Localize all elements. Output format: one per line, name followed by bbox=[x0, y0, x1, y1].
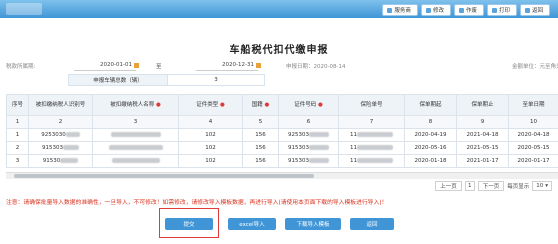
period-label: 税款所属期: bbox=[6, 64, 36, 70]
download-template-button[interactable]: 下载导入模板 bbox=[285, 218, 341, 230]
return-button[interactable]: 返回 bbox=[519, 4, 550, 16]
logo bbox=[6, 3, 42, 15]
pagination: 上一页 1 下一页 每页显示 10 ▾ bbox=[435, 181, 552, 191]
return-icon bbox=[524, 7, 530, 13]
period-end-input[interactable]: 2020-12-31 bbox=[196, 60, 258, 71]
submit-button[interactable]: 提交 bbox=[165, 218, 213, 230]
calendar-icon[interactable] bbox=[256, 63, 261, 68]
back-button[interactable]: 返回 bbox=[350, 218, 394, 230]
col-header-policy-no: 保险单号 bbox=[338, 94, 405, 116]
edit-icon bbox=[425, 7, 431, 13]
col-header-date: 至单日期 bbox=[508, 94, 558, 116]
table-row[interactable]: 2 915303 102 156 915303 11 2020-05-16 20… bbox=[6, 141, 558, 155]
col-number: 5 bbox=[242, 115, 279, 129]
printer-icon bbox=[491, 7, 497, 13]
excel-import-button[interactable]: excel导入 bbox=[228, 218, 276, 230]
action-bar: 提交 excel导入 下载导入模板 返回 bbox=[0, 218, 558, 232]
col-header-nationality: 国籍 ● bbox=[242, 94, 279, 116]
report-date: 申报日期：2020-08-14 bbox=[286, 64, 346, 70]
vehicle-count-label: 申报车辆总数（辆） bbox=[68, 74, 168, 86]
table-row[interactable]: 3 91530 102 156 915303 11 2020-01-18 202… bbox=[6, 154, 558, 168]
vehicle-count-value: 3 bbox=[168, 74, 265, 86]
col-header-index: 序号 bbox=[6, 94, 29, 116]
print-button[interactable]: 打印 bbox=[486, 4, 517, 16]
col-number: 6 bbox=[278, 115, 339, 129]
edit-button[interactable]: 修改 bbox=[420, 4, 451, 16]
horizontal-scrollbar[interactable] bbox=[6, 172, 558, 179]
page-size-label: 每页显示 bbox=[507, 184, 530, 190]
col-header-taxid: 被扣缴纳税人识别号 bbox=[28, 94, 93, 116]
void-button[interactable]: 作废 bbox=[453, 4, 484, 16]
service-provider-button[interactable]: 服务商 bbox=[382, 4, 418, 16]
col-number: 1 bbox=[6, 115, 29, 129]
toolbar: 服务商 修改 作废 打印 返回 bbox=[382, 4, 550, 16]
declaration-table: 序号 被扣缴纳税人识别号 被扣缴纳税人名称 ● 证件类型 ● 国籍 ● 证件号码… bbox=[6, 94, 558, 168]
period-separator: 至 bbox=[156, 64, 162, 70]
calendar-icon[interactable] bbox=[134, 63, 139, 68]
col-number: 8 bbox=[404, 115, 457, 129]
top-bar: 服务商 修改 作废 打印 返回 bbox=[0, 0, 558, 18]
col-number: 3 bbox=[92, 115, 179, 129]
col-header-cert-no: 证件号码 ● bbox=[278, 94, 339, 116]
next-page-button[interactable]: 下一页 bbox=[477, 181, 505, 191]
page-size-select[interactable]: 10 ▾ bbox=[532, 181, 552, 191]
col-number: 2 bbox=[28, 115, 93, 129]
col-number: 7 bbox=[338, 115, 405, 129]
vehicle-count: 申报车辆总数（辆） 3 bbox=[68, 74, 265, 86]
col-header-name: 被扣缴纳税人名称 ● bbox=[92, 94, 179, 116]
void-icon bbox=[458, 7, 464, 13]
col-header-policy-start: 保单期起 bbox=[404, 94, 457, 116]
import-notice: 注意：请确保批量导入数据的准确性，一旦导入，不可修改！如需修改，请修改导入模板数… bbox=[6, 200, 388, 206]
chevron-down-icon: ▾ bbox=[545, 183, 548, 189]
col-header-cert-type: 证件类型 ● bbox=[178, 94, 243, 116]
amount-unit: 金额单位：元至角分 bbox=[512, 64, 558, 70]
col-number: 9 bbox=[456, 115, 509, 129]
current-page[interactable]: 1 bbox=[464, 181, 475, 191]
prev-page-button[interactable]: 上一页 bbox=[435, 181, 462, 191]
service-icon bbox=[387, 7, 393, 13]
col-header-policy-end: 保单期止 bbox=[456, 94, 509, 116]
table-row[interactable]: 1 9253030 102 156 925303 11 2020-04-19 2… bbox=[6, 128, 558, 142]
scrollbar-thumb[interactable] bbox=[14, 174, 314, 178]
period-start-input[interactable]: 2020-01-01 bbox=[74, 60, 136, 71]
col-number: 4 bbox=[178, 115, 243, 129]
col-number: 10 bbox=[508, 115, 558, 129]
period-row: 税款所属期: 2020-01-01 至 2020-12-31 申报日期：2020… bbox=[6, 60, 558, 72]
page-title: 车船税代扣代缴申报 bbox=[229, 45, 329, 56]
